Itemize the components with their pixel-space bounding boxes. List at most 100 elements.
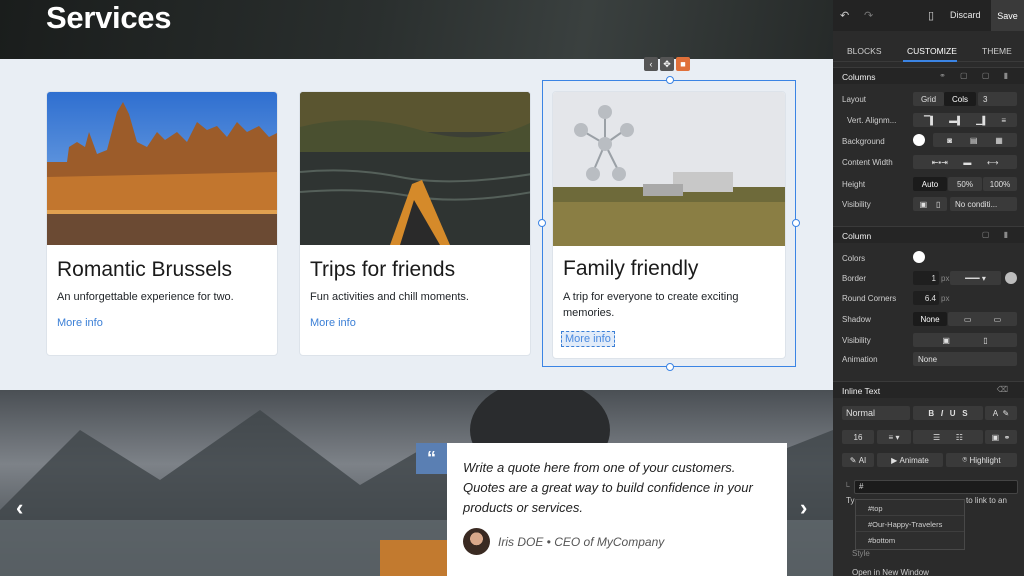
- discard-button[interactable]: Discard: [950, 10, 981, 20]
- background-color-swatch[interactable]: [913, 134, 925, 146]
- testimonial-section: ‹ › “ Write a quote here from one of you…: [0, 390, 833, 576]
- more-info-link-selected[interactable]: More info: [561, 331, 615, 347]
- layout-cols-option[interactable]: Cols: [944, 92, 976, 106]
- save-button[interactable]: Save: [991, 0, 1024, 31]
- tab-blocks[interactable]: BLOCKS: [847, 46, 882, 56]
- layout-grid-option[interactable]: Grid: [913, 92, 944, 106]
- card-title[interactable]: Family friendly: [563, 257, 698, 281]
- border-unit: px: [941, 274, 950, 283]
- indent-marker-icon: └: [844, 482, 850, 491]
- card-brussels[interactable]: Romantic Brussels An unforgettable exper…: [46, 91, 278, 356]
- quote-icon: “: [416, 443, 447, 474]
- move-left-icon[interactable]: ‹: [644, 57, 658, 71]
- columns-section-title: Columns: [842, 72, 876, 82]
- align-select[interactable]: ≡ ▾: [877, 430, 911, 444]
- card-text[interactable]: Fun activities and chill moments.: [310, 289, 520, 305]
- quote-card: Write a quote here from one of your cust…: [447, 443, 787, 576]
- animate-label: Animate: [899, 455, 929, 465]
- shadow-none-option[interactable]: None: [913, 312, 947, 326]
- section-actions-icon[interactable]: ▢ ▮: [982, 230, 1014, 239]
- animate-button[interactable]: ▶ Animate: [877, 453, 943, 467]
- avatar: [463, 528, 490, 555]
- active-tab-indicator: [903, 60, 957, 62]
- brussels-photo: [47, 92, 277, 245]
- panel-tabs: BLOCKS CUSTOMIZE THEME: [833, 40, 1024, 62]
- image-link-icons[interactable]: ▣ ⚭: [985, 430, 1017, 444]
- anchor-suggestions-dropdown: #top #Our-Happy-Travelers #bottom: [855, 499, 965, 550]
- tab-customize[interactable]: CUSTOMIZE: [907, 46, 957, 56]
- atomium-photo: [553, 92, 785, 246]
- link-help-text-end: to link to an: [966, 496, 1007, 505]
- ai-label: AI: [858, 455, 867, 465]
- height-label: Height: [842, 180, 866, 189]
- border-label: Border: [842, 274, 867, 283]
- height-50-option[interactable]: 50%: [948, 177, 982, 191]
- text-color-icons[interactable]: A ✎: [985, 406, 1017, 420]
- text-format-buttons[interactable]: B I U S: [913, 406, 983, 420]
- section-title[interactable]: Services: [46, 0, 171, 36]
- border-style-select[interactable]: ━━━ ▾: [950, 271, 1001, 285]
- column-color-swatch[interactable]: [913, 251, 925, 263]
- section-actions-icon[interactable]: ⚭ ▢ ▢ ▮: [939, 71, 1014, 80]
- shadow-label: Shadow: [842, 315, 871, 324]
- visibility-condition-select[interactable]: No conditi...: [950, 197, 1017, 211]
- carousel-prev-arrow[interactable]: ‹: [16, 495, 23, 521]
- more-info-link[interactable]: More info: [310, 317, 356, 329]
- drag-move-icon[interactable]: ✥: [660, 57, 674, 71]
- visibility-label: Visibility: [842, 200, 871, 209]
- font-size-input[interactable]: 16: [842, 430, 874, 444]
- anchor-option-bottom[interactable]: #bottom: [856, 532, 964, 548]
- round-corners-label: Round Corners: [842, 294, 897, 303]
- background-type-buttons[interactable]: ◙ ▤ ▦: [933, 133, 1017, 147]
- redo-icon[interactable]: ↷: [864, 9, 873, 22]
- border-width-input[interactable]: 1: [913, 271, 939, 285]
- ai-button[interactable]: ✎ AI: [842, 453, 874, 467]
- card-text[interactable]: An unforgettable experience for two.: [57, 289, 267, 305]
- content-width-buttons[interactable]: ⇤▪⇥ ▬ ⟷: [913, 155, 1017, 169]
- editor-panel: ↶ ↷ ▯ Discard Save BLOCKS CUSTOMIZE THEM…: [833, 0, 1024, 576]
- height-auto-option[interactable]: Auto: [913, 177, 947, 191]
- column-section-header: Column ▢ ▮: [833, 226, 1024, 243]
- anchor-option-top[interactable]: #top: [856, 500, 964, 516]
- anchor-option-travelers[interactable]: #Our-Happy-Travelers: [856, 516, 964, 532]
- carousel-next-arrow[interactable]: ›: [800, 495, 807, 521]
- quote-text[interactable]: Write a quote here from one of your cust…: [463, 458, 773, 518]
- link-help-text-start: Ty: [846, 496, 855, 505]
- columns-section-header: Columns ⚭ ▢ ▢ ▮: [833, 67, 1024, 84]
- undo-icon[interactable]: ↶: [840, 9, 849, 22]
- quote-author[interactable]: Iris DOE • CEO of MyCompany: [498, 535, 664, 549]
- card-title[interactable]: Romantic Brussels: [57, 258, 232, 282]
- height-100-option[interactable]: 100%: [983, 177, 1017, 191]
- vert-alignment-label: Vert. Alignm...: [847, 116, 897, 125]
- card-friends[interactable]: Trips for friends Fun activities and chi…: [299, 91, 531, 356]
- visibility-device-buttons[interactable]: ▣ ▯: [913, 197, 947, 211]
- tab-theme[interactable]: THEME: [982, 46, 1012, 56]
- vert-alignment-buttons[interactable]: ▔▌ ▬▌ ▁▌ ≡: [913, 113, 1017, 127]
- round-corners-input[interactable]: 6.4: [913, 291, 939, 305]
- round-corners-unit: px: [941, 294, 950, 303]
- animation-select[interactable]: None: [913, 352, 1017, 366]
- list-buttons[interactable]: ☰ ☷: [913, 430, 983, 444]
- kayak-photo: [300, 92, 530, 245]
- card-text[interactable]: A trip for everyone to create exciting m…: [563, 289, 773, 321]
- more-info-link[interactable]: More info: [57, 317, 103, 329]
- editor-topbar: ↶ ↷ ▯ Discard Save: [833, 0, 1024, 31]
- shadow-type-buttons[interactable]: ▭ ▭: [948, 312, 1017, 326]
- services-header-section: Services: [0, 0, 833, 59]
- mobile-preview-icon[interactable]: ▯: [928, 9, 934, 22]
- background-label: Background: [842, 137, 885, 146]
- open-new-window-label: Open in New Window: [852, 568, 929, 576]
- column-toolbar: ‹ ✥ ■: [644, 57, 690, 71]
- highlight-label: Highlight: [969, 455, 1001, 465]
- card-title[interactable]: Trips for friends: [310, 258, 455, 282]
- cols-count-select[interactable]: 3: [978, 92, 1017, 106]
- delete-icon[interactable]: ■: [676, 57, 690, 71]
- text-style-select[interactable]: Normal: [842, 406, 910, 420]
- highlight-button[interactable]: ⍟ Highlight: [946, 453, 1017, 467]
- column-section-title: Column: [842, 231, 872, 241]
- border-color-swatch[interactable]: [1005, 272, 1017, 284]
- link-url-input[interactable]: #: [854, 480, 1018, 494]
- eraser-icon[interactable]: ⌫: [997, 385, 1014, 394]
- column-visibility-buttons[interactable]: ▣ ▯: [913, 333, 1017, 347]
- card-family[interactable]: Family friendly A trip for everyone to c…: [552, 91, 786, 359]
